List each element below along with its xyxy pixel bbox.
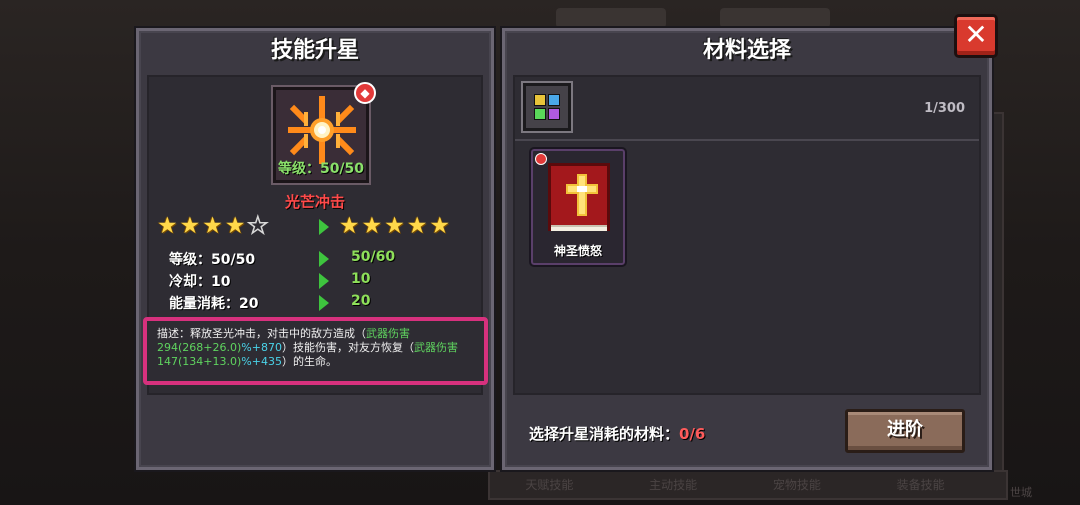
element-badge-icon: ◆ [354, 82, 376, 104]
stat-energy-cost-next: 20 [351, 293, 371, 309]
material-selection-status: 选择升星消耗的材料：0/6 [529, 423, 705, 444]
skill-upgrade-panel: 技能升星 ◆ 等级：50/50 光芒冲击 ★ ★ ★ ★ ★ ★ ★ ★ ★ ★… [134, 26, 496, 472]
material-select-title: 材料选择 [702, 38, 791, 63]
holy-book-icon [548, 163, 610, 231]
arrow-right-icon [319, 273, 329, 289]
description-text: ）技能伤害，对友方恢复（ [281, 341, 414, 354]
stat-cooldown-next: 10 [351, 271, 371, 287]
close-button[interactable]: ✕ [954, 14, 998, 58]
material-name: 神圣愤怒 [553, 244, 602, 258]
arrow-right-icon [319, 219, 329, 235]
selection-count: 0/6 [679, 425, 706, 443]
star-filled-icon: ★ [224, 213, 246, 239]
description-text: ）的生命。 [281, 355, 337, 368]
stat-level-next: 50/60 [351, 249, 396, 265]
skill-upgrade-title: 技能升星 [270, 38, 359, 63]
star-filled-icon: ★ [384, 213, 405, 239]
grid-quadrant-icon [548, 108, 560, 120]
skill-level-label: 等级：50/50 [277, 161, 365, 177]
background-tab: 主动技能 [649, 478, 698, 492]
arrow-right-icon [319, 251, 329, 267]
material-list-area[interactable]: 1/300 神圣愤怒 [513, 75, 981, 395]
golden-cross-icon [566, 174, 598, 216]
book-pages [551, 225, 607, 231]
damage-bonus: %+870 [241, 341, 282, 354]
skill-icon[interactable]: ◆ 等级：50/50 [271, 82, 376, 185]
skill-name: 光芒冲击 [284, 193, 345, 211]
star-filled-icon: ★ [179, 213, 201, 239]
hud-currency-bar [556, 8, 666, 28]
filter-grid-button[interactable] [521, 81, 573, 133]
star-filled-icon: ★ [429, 213, 451, 239]
star-filled-icon: ★ [157, 213, 178, 239]
material-select-panel: 材料选择 1/300 神圣愤怒 选择升星消耗的材料：0/6 进阶 [500, 26, 994, 472]
material-counter: 1/300 [924, 101, 965, 116]
stat-energy-cost: 能量消耗：20 [169, 296, 259, 312]
description-text: 描述：释放圣光冲击，对击中的敌方造成（ [157, 327, 366, 340]
star-filled-icon: ★ [361, 213, 383, 239]
background-tab: 装备技能 [896, 478, 945, 492]
element-badge-icon [535, 153, 547, 165]
background-side-label: 世城 [1010, 486, 1032, 499]
background-tab: 宠物技能 [772, 478, 821, 492]
hud-currency-bar [720, 8, 830, 28]
grid-quadrant-icon [534, 108, 546, 120]
material-card[interactable]: 神圣愤怒 [529, 147, 627, 267]
advance-button[interactable]: 进阶 [845, 409, 965, 453]
selection-label: 选择升星消耗的材料： [529, 425, 680, 443]
star-empty-icon: ★ [247, 212, 269, 240]
stat-cooldown: 冷却：10 [169, 274, 231, 290]
next-star-rating: ★ ★ ★ ★ ★ [339, 213, 450, 239]
heal-bonus: %+435 [241, 355, 282, 368]
grid-quadrant-icon [534, 94, 546, 106]
background-tabs: 天赋技能 主动技能 宠物技能 装备技能 [488, 470, 1008, 500]
divider [515, 139, 979, 141]
star-filled-icon: ★ [406, 213, 428, 239]
radiant-burst-icon [288, 96, 356, 164]
arrow-right-icon [319, 295, 329, 311]
stat-level: 等级：50/50 [169, 252, 256, 268]
star-filled-icon: ★ [339, 213, 360, 239]
grid-quadrant-icon [548, 94, 560, 106]
star-filled-icon: ★ [202, 213, 223, 239]
skill-description: 描述：释放圣光冲击，对击中的敌方造成（武器伤害294(268+26.0)%+87… [143, 317, 488, 385]
current-star-rating: ★ ★ ★ ★ ★ [157, 212, 269, 240]
background-tab: 天赋技能 [525, 478, 574, 492]
